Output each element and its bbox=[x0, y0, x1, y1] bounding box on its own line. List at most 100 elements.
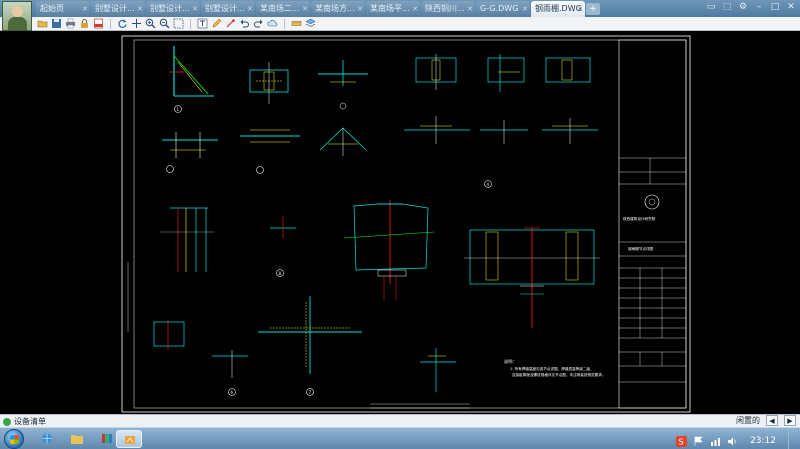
close-icon[interactable]: ✕ bbox=[302, 1, 308, 17]
books-icon bbox=[102, 434, 112, 443]
tab-label: 钢雨棚.DWG bbox=[535, 4, 582, 13]
tab-document-active[interactable]: 钢雨棚.DWG ✕ bbox=[531, 1, 585, 17]
tab-label: 别墅设计... bbox=[150, 4, 190, 13]
save-icon[interactable] bbox=[51, 18, 62, 29]
show-desktop-button[interactable] bbox=[788, 431, 796, 449]
new-tab-button[interactable]: + bbox=[586, 3, 600, 15]
text-icon[interactable] bbox=[197, 18, 208, 29]
lock-icon[interactable] bbox=[79, 18, 90, 29]
company-name: 陕西建筑设计研究院 bbox=[623, 216, 656, 221]
avatar-body bbox=[8, 17, 27, 30]
close-icon[interactable]: ✕ bbox=[192, 1, 198, 17]
tab-document[interactable]: 别墅设计... ✕ bbox=[91, 1, 145, 17]
close-icon[interactable]: ✕ bbox=[412, 1, 418, 17]
tab-document[interactable]: 某南场方... ✕ bbox=[311, 1, 365, 17]
toolbar-separator bbox=[284, 18, 285, 29]
close-window-icon[interactable]: ✕ bbox=[786, 2, 796, 12]
layers-icon[interactable] bbox=[305, 18, 316, 29]
scroll-left-icon[interactable]: ◀ bbox=[766, 415, 778, 426]
detail-8: 8 bbox=[270, 216, 296, 277]
company-seal-icon bbox=[644, 194, 660, 210]
notes-block: 说明： 1. 所有焊缝高度见各节点详图，焊缝质量等级二级， 连接板厚度及螺栓规格… bbox=[504, 358, 605, 377]
zoom-in-icon[interactable] bbox=[145, 18, 156, 29]
close-icon[interactable]: ✕ bbox=[82, 1, 88, 17]
note-line: 1. 所有焊缝高度见各节点详图，焊缝质量等级二级， bbox=[510, 366, 594, 371]
status-text[interactable]: 设备清单 bbox=[14, 416, 46, 427]
bottom-ruler bbox=[370, 403, 470, 409]
pan-icon[interactable] bbox=[131, 18, 142, 29]
clock[interactable]: 23:12 bbox=[750, 436, 776, 446]
detail-plate-3 bbox=[240, 129, 300, 174]
taskbar-browser[interactable] bbox=[34, 430, 60, 448]
tab-label: 某南场方... bbox=[315, 4, 355, 13]
taskbar-cad-viewer[interactable] bbox=[116, 430, 142, 448]
annotate-icon[interactable] bbox=[225, 18, 236, 29]
status-bar: 设备清单 闲置的 ◀ ▶ bbox=[0, 414, 800, 427]
pencil-icon[interactable] bbox=[211, 18, 222, 29]
scroll-right-icon[interactable]: ▶ bbox=[784, 415, 796, 426]
fullscreen-icon[interactable]: ⬚ bbox=[722, 2, 732, 12]
close-icon[interactable]: ✕ bbox=[137, 1, 143, 17]
taskbar-explorer[interactable] bbox=[64, 430, 90, 448]
detail-6: 6 bbox=[153, 320, 248, 396]
settings-icon[interactable]: ⚙ bbox=[738, 2, 748, 12]
cad-drawing[interactable]: 陕西建筑设计研究院 钢雨棚节点详图 1 4 8 6 7 说明： 1. 所有焊缝高… bbox=[0, 32, 800, 414]
detail-connection-row-1 bbox=[415, 54, 591, 92]
close-icon[interactable]: ✕ bbox=[577, 1, 583, 17]
start-button[interactable] bbox=[4, 429, 24, 449]
redo-icon[interactable] bbox=[253, 18, 264, 29]
sheet-outer-border bbox=[121, 35, 691, 413]
close-icon[interactable]: ✕ bbox=[522, 1, 528, 17]
windows-logo-icon bbox=[10, 435, 19, 444]
detail-plate-2 bbox=[318, 60, 368, 110]
drawing-title: 钢雨棚节点详图 bbox=[628, 246, 654, 251]
tab-document[interactable]: 别墅设计... ✕ bbox=[146, 1, 200, 17]
toolbar-separator bbox=[110, 18, 111, 29]
detail-7-cross: 7 bbox=[258, 296, 362, 396]
close-icon[interactable]: ✕ bbox=[357, 1, 363, 17]
zoom-out-icon[interactable] bbox=[159, 18, 170, 29]
restore-tabs-icon[interactable]: ▭ bbox=[706, 2, 716, 12]
tab-document[interactable]: 别墅设计... ✕ bbox=[201, 1, 255, 17]
tab-document[interactable]: 某南场二... ✕ bbox=[256, 1, 310, 17]
tab-document[interactable]: 某南场平... ✕ bbox=[366, 1, 420, 17]
user-avatar[interactable] bbox=[2, 1, 32, 31]
sheet-inner-border bbox=[133, 39, 687, 409]
open-icon[interactable] bbox=[37, 18, 48, 29]
browser-icon bbox=[42, 433, 52, 444]
ime-icon[interactable]: S bbox=[676, 435, 688, 447]
tab-start-page[interactable]: 起始页 ✕ bbox=[36, 1, 90, 17]
detail-connection-row-2: 4 bbox=[404, 116, 598, 188]
volume-icon[interactable] bbox=[727, 436, 738, 447]
cad-viewer-icon bbox=[125, 436, 135, 444]
zoom-window-icon[interactable] bbox=[173, 18, 184, 29]
undo-icon[interactable] bbox=[239, 18, 250, 29]
folder-icon bbox=[71, 435, 83, 444]
tab-label: 别墅设计... bbox=[205, 4, 245, 13]
flag-icon[interactable] bbox=[693, 436, 704, 447]
drawing-canvas[interactable]: 陕西建筑设计研究院 钢雨棚节点详图 1 4 8 6 7 说明： 1. 所有焊缝高… bbox=[0, 32, 800, 414]
detail-1-gusset: 1 bbox=[170, 46, 214, 113]
tab-document[interactable]: G-G.DWG ✕ bbox=[476, 1, 530, 17]
pdf-icon[interactable] bbox=[93, 18, 104, 29]
avatar-head bbox=[12, 6, 23, 17]
detail-number: 6 bbox=[231, 390, 234, 395]
status-ok-icon bbox=[3, 417, 11, 426]
tab-document[interactable]: 陕西铜川... ✕ bbox=[421, 1, 475, 17]
tab-label: 别墅设计... bbox=[95, 4, 135, 13]
print-icon[interactable] bbox=[65, 18, 76, 29]
network-icon[interactable] bbox=[710, 436, 721, 447]
close-icon[interactable]: ✕ bbox=[247, 1, 253, 17]
detail-1-section bbox=[162, 132, 218, 173]
detail-number: 1 bbox=[177, 107, 180, 112]
measure-icon[interactable] bbox=[291, 18, 302, 29]
tab-label: 某南场二... bbox=[260, 4, 300, 13]
window-controls: ▭ ⬚ ⚙ – □ ✕ bbox=[706, 2, 796, 12]
rotate-icon[interactable] bbox=[117, 18, 128, 29]
maximize-icon[interactable]: □ bbox=[770, 2, 780, 12]
detail-plate-4 bbox=[319, 127, 367, 156]
close-icon[interactable]: ✕ bbox=[467, 1, 473, 17]
minimize-icon[interactable]: – bbox=[754, 2, 764, 12]
os-taskbar: S 23:12 bbox=[0, 427, 800, 449]
cloud-icon[interactable] bbox=[267, 18, 278, 29]
